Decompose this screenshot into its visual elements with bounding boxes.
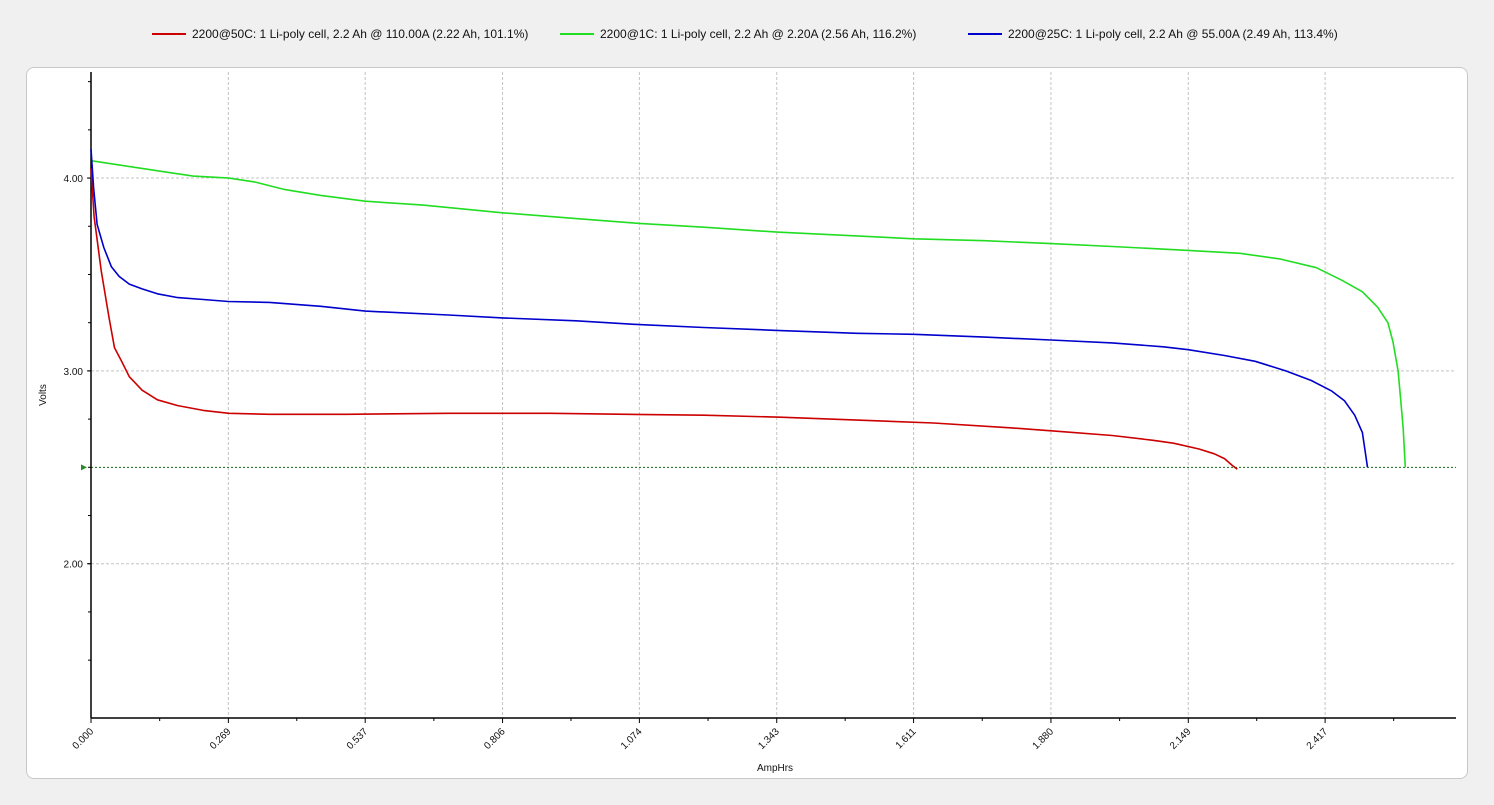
x-tick-label: 1.074 [619, 726, 645, 752]
cutoff-marker-icon [81, 464, 87, 471]
discharge-chart: 2.00 3.00 4.00 0.000 0.269 0.537 0.806 1.074 1.3… [38, 72, 1456, 774]
axis-layer [90, 72, 1456, 719]
x-tick-label: 1.611 [894, 726, 919, 751]
series-line-1 [90, 159, 1407, 468]
x-tick-label: 1.880 [1031, 726, 1057, 752]
x-tick-label: 0.806 [482, 726, 508, 752]
y-axis-title: Volts [38, 384, 49, 406]
grid-layer [91, 72, 1456, 718]
series-line-0 [90, 168, 1238, 470]
series-layer [90, 149, 1407, 470]
y-tick-label: 2.00 [64, 560, 84, 571]
x-tick-label: 2.149 [1168, 726, 1194, 752]
x-tick-label: 0.269 [208, 726, 234, 752]
x-axis-title: AmpHrs [757, 763, 793, 774]
y-tick-label: 4.00 [64, 174, 84, 185]
series-line-2 [90, 149, 1369, 468]
tick-layer: 2.00 3.00 4.00 0.000 0.269 0.537 0.806 1.074 1.3… [64, 81, 1395, 752]
x-tick-label: 1.343 [756, 726, 782, 752]
y-tick-label: 3.00 [64, 367, 84, 378]
x-tick-label: 2.417 [1305, 726, 1331, 752]
x-tick-label: 0.000 [71, 726, 97, 752]
x-tick-label: 0.537 [345, 726, 371, 752]
